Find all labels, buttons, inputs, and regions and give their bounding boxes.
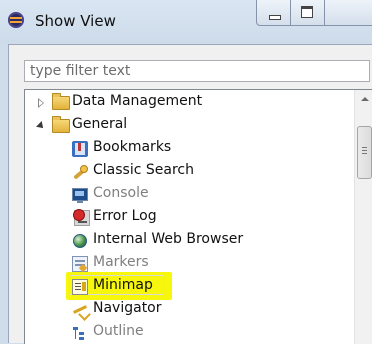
title-bar: Show View xyxy=(0,0,372,44)
tree-item-label: Data Management xyxy=(72,93,203,109)
tree-item-markers[interactable]: Markers xyxy=(25,253,345,275)
tree-item-data-management[interactable]: Data Management xyxy=(25,92,345,114)
console-icon xyxy=(72,188,88,203)
tree-item-outline[interactable]: Outline xyxy=(25,322,345,344)
tree-item-console[interactable]: Console xyxy=(25,184,345,206)
eclipse-icon xyxy=(8,12,24,28)
search-icon xyxy=(72,164,88,180)
tree-item-label: Classic Search xyxy=(93,162,194,178)
navigator-icon xyxy=(72,302,88,318)
scroll-up-arrow-icon[interactable] xyxy=(355,90,372,108)
markers-icon xyxy=(72,256,88,272)
tree-item-label: Bookmarks xyxy=(93,139,172,155)
minimize-button[interactable] xyxy=(256,0,291,26)
tree-item-error-log[interactable]: Error Log xyxy=(25,207,345,229)
tree-item-label: Minimap xyxy=(93,277,153,293)
tree-item-general[interactable]: General xyxy=(25,115,345,137)
folder-open-icon xyxy=(52,116,70,133)
tree-item-label: Internal Web Browser xyxy=(93,231,244,247)
minimap-icon xyxy=(72,279,88,295)
chevron-down-icon[interactable] xyxy=(36,121,46,131)
tree-item-bookmarks[interactable]: Bookmarks xyxy=(25,138,345,160)
tree-item-label: Markers xyxy=(93,254,149,270)
tree-item-label: Console xyxy=(93,185,149,201)
maximize-button[interactable] xyxy=(290,0,325,26)
outline-icon xyxy=(72,325,88,341)
error-log-icon xyxy=(73,209,90,226)
tree-item-internal-web-browser[interactable]: Internal Web Browser xyxy=(25,230,345,252)
window-title: Show View xyxy=(35,12,116,30)
tree-item-classic-search[interactable]: Classic Search xyxy=(25,161,345,183)
scroll-thumb[interactable] xyxy=(357,126,372,179)
tree-item-label: Outline xyxy=(93,323,144,339)
folder-icon xyxy=(52,93,70,110)
dialog-body: Data Management General Bookmarks Classi… xyxy=(8,44,372,344)
tree-item-label: General xyxy=(72,116,128,132)
close-button[interactable] xyxy=(324,0,372,26)
vertical-scrollbar[interactable] xyxy=(354,90,372,344)
tree-item-minimap[interactable]: Minimap xyxy=(25,276,345,298)
filter-input[interactable] xyxy=(24,60,370,82)
tree-item-label: Navigator xyxy=(93,300,162,316)
globe-icon xyxy=(73,234,87,248)
tree-item-navigator[interactable]: Navigator xyxy=(25,299,345,321)
chevron-right-icon[interactable] xyxy=(36,98,46,108)
view-tree: Data Management General Bookmarks Classi… xyxy=(24,89,372,344)
tree-item-label: Error Log xyxy=(93,208,157,224)
bookmarks-icon xyxy=(72,141,88,157)
